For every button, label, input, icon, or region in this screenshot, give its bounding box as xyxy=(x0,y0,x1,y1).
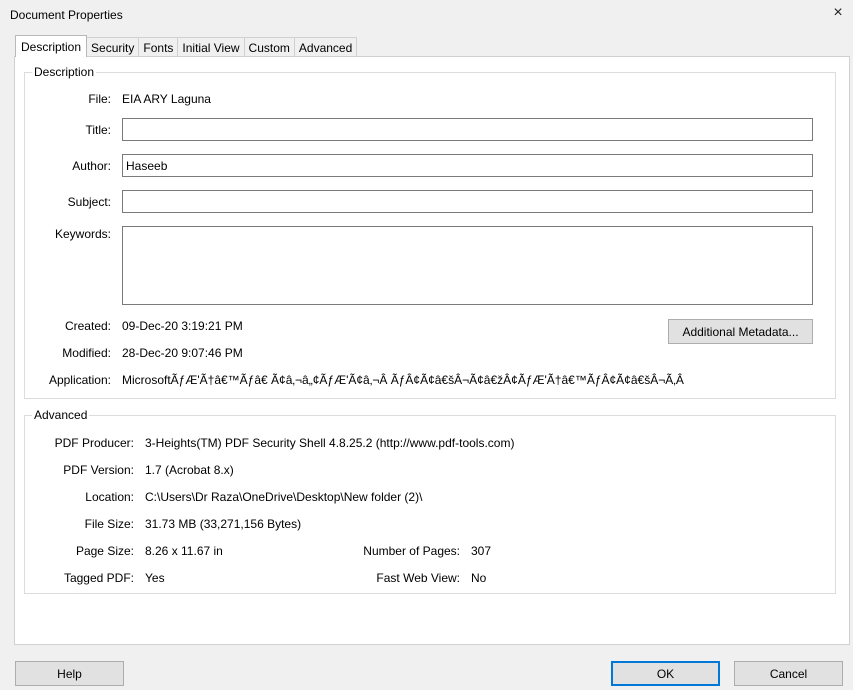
application-value: MicrosoftÃƒÆ'Ã†â€™Ãƒâ€ Ã¢â‚¬â„¢ÃƒÆ'Ã¢â‚¬… xyxy=(122,373,684,387)
tab-security[interactable]: Security xyxy=(86,37,140,57)
tab-fonts[interactable]: Fonts xyxy=(138,37,179,57)
pdf-producer-value: 3-Heights(TM) PDF Security Shell 4.8.25.… xyxy=(145,436,515,450)
cancel-button[interactable]: Cancel xyxy=(734,661,843,686)
created-label: Created: xyxy=(64,319,111,333)
page-size-value: 8.26 x 11.67 in xyxy=(145,544,223,558)
page-size-label: Page Size: xyxy=(75,544,134,558)
application-label: Application: xyxy=(48,373,111,387)
number-of-pages-label: Number of Pages: xyxy=(363,544,460,558)
fast-web-view-label: Fast Web View: xyxy=(376,571,460,585)
pdf-version-label: PDF Version: xyxy=(63,463,134,477)
close-icon[interactable]: × xyxy=(829,4,847,22)
modified-label: Modified: xyxy=(62,346,111,360)
title-label: Title: xyxy=(85,123,111,137)
author-field[interactable] xyxy=(122,154,813,177)
tagged-pdf-label: Tagged PDF: xyxy=(63,571,134,585)
help-button[interactable]: Help xyxy=(15,661,124,686)
file-size-value: 31.73 MB (33,271,156 Bytes) xyxy=(145,517,302,531)
tab-panel-description: Description File: EIA ARY Laguna Title: … xyxy=(14,56,850,645)
location-label: Location: xyxy=(85,490,134,504)
tab-description[interactable]: Description xyxy=(15,35,88,57)
advanced-group: Advanced PDF Producer: 3-Heights(TM) PDF… xyxy=(24,408,836,594)
subject-label: Subject: xyxy=(67,195,111,209)
keywords-field[interactable] xyxy=(122,226,813,305)
created-value: 09-Dec-20 3:19:21 PM xyxy=(122,319,243,333)
pdf-version-value: 1.7 (Acrobat 8.x) xyxy=(145,463,234,477)
number-of-pages-value: 307 xyxy=(471,544,492,558)
keywords-label: Keywords: xyxy=(54,227,111,241)
fast-web-view-value: No xyxy=(471,571,487,585)
modified-value: 28-Dec-20 9:07:46 PM xyxy=(122,346,243,360)
additional-metadata-button[interactable]: Additional Metadata... xyxy=(668,319,813,344)
tab-advanced[interactable]: Advanced xyxy=(293,37,358,57)
description-legend: Description xyxy=(32,65,97,79)
pdf-producer-label: PDF Producer: xyxy=(54,436,134,450)
title-field[interactable] xyxy=(122,118,813,141)
window-title: Document Properties xyxy=(10,8,123,22)
author-label: Author: xyxy=(72,159,111,173)
tagged-pdf-value: Yes xyxy=(145,571,165,585)
file-size-label: File Size: xyxy=(84,517,134,531)
file-value: EIA ARY Laguna xyxy=(122,92,211,106)
ok-button[interactable]: OK xyxy=(611,661,720,686)
advanced-legend: Advanced xyxy=(32,408,90,422)
tab-custom[interactable]: Custom xyxy=(243,37,295,57)
file-label: File: xyxy=(88,92,111,106)
location-value: C:\Users\Dr Raza\OneDrive\Desktop\New fo… xyxy=(145,490,423,504)
tab-initial-view[interactable]: Initial View xyxy=(177,37,245,57)
description-group: Description File: EIA ARY Laguna Title: … xyxy=(24,65,836,399)
tab-bar: Description Security Fonts Initial View … xyxy=(15,35,358,57)
subject-field[interactable] xyxy=(122,190,813,213)
